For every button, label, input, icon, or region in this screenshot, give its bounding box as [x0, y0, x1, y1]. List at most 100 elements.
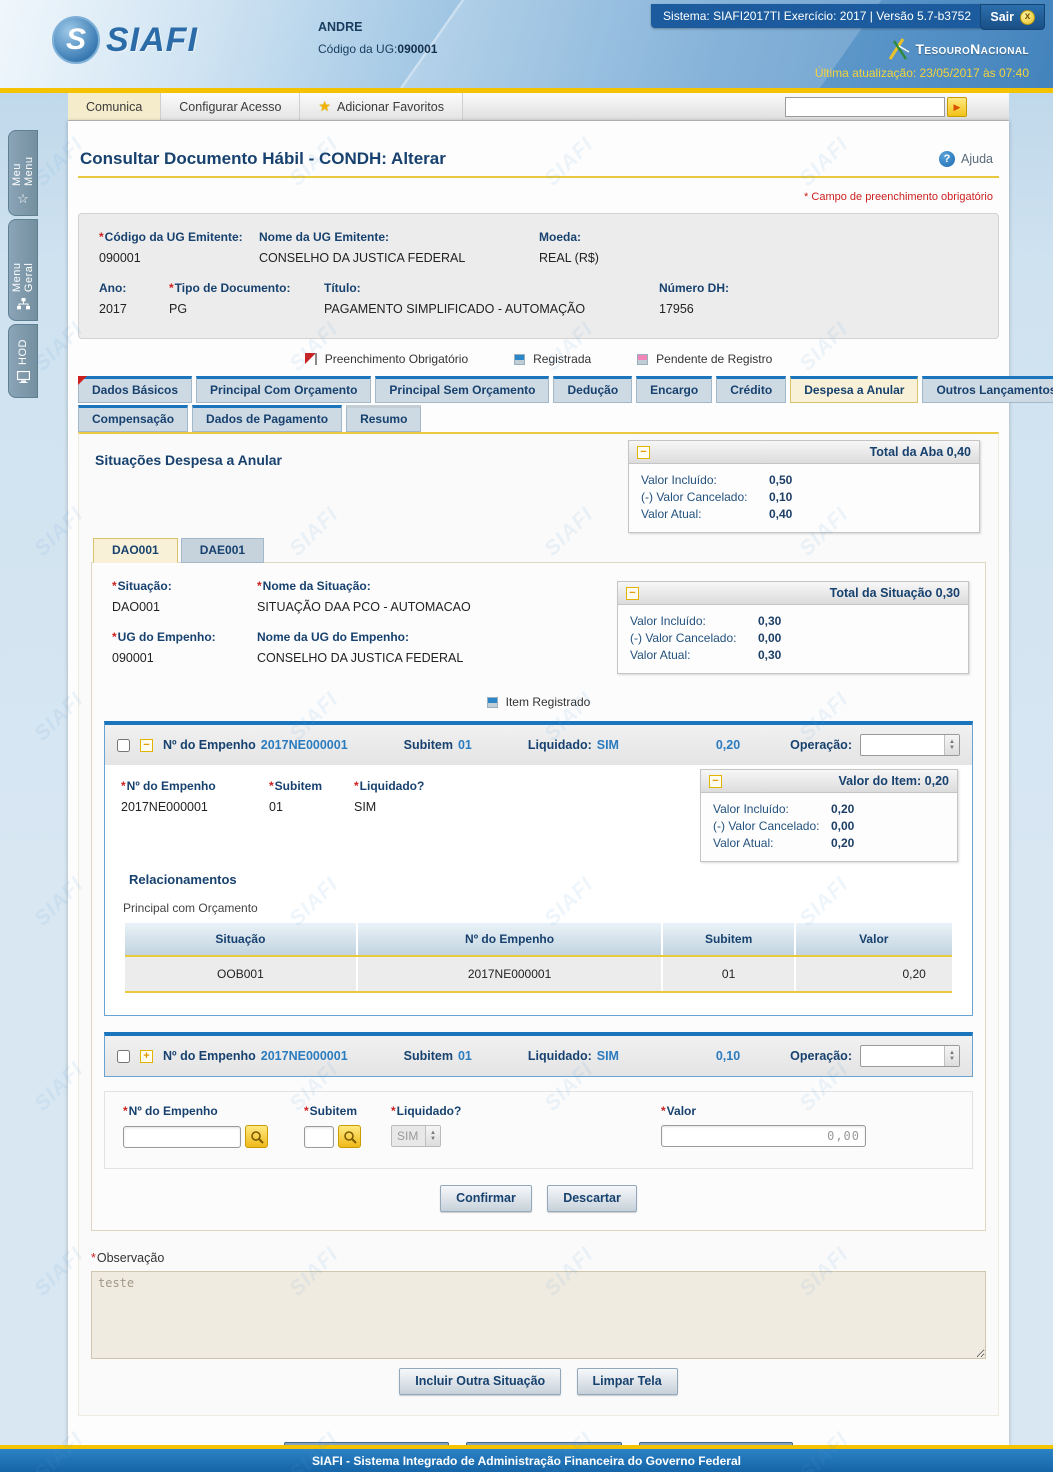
aba-valor-atual-label: Valor Atual:	[641, 507, 769, 521]
situation-tab-dae001-label: DAE001	[200, 543, 245, 557]
siafi-logo-icon: S	[52, 16, 100, 64]
tab-dados-basicos-label: Dados Básicos	[92, 383, 178, 397]
legend-registered-label: Registrada	[533, 352, 591, 366]
empenho-item-1: − Nº do Empenho 2017NE000001 Subitem 01 …	[104, 721, 973, 1016]
item-2-operacao-select[interactable]: ▲▼	[860, 1045, 960, 1067]
new-valor-input[interactable]	[661, 1125, 866, 1147]
tab-despesa-a-anular[interactable]: Despesa a Anular	[790, 376, 918, 403]
new-liquidado-value: SIM	[397, 1129, 418, 1143]
tab-compensacao[interactable]: Compensação	[78, 405, 188, 432]
item-valor-incluido-value: 0,20	[831, 802, 854, 816]
sit-valor-cancelado-value: 0,00	[758, 631, 781, 645]
tab-dados-basicos[interactable]: Dados Básicos	[78, 376, 192, 403]
legend-required-label: Preenchimento Obrigatório	[325, 352, 468, 366]
search-go-button[interactable]: ▶	[947, 97, 967, 117]
field-ano-value: 2017	[99, 302, 169, 316]
star-outline-icon: ☆	[17, 192, 29, 205]
tab-credito[interactable]: Crédito	[716, 376, 786, 403]
item-2-checkbox[interactable]	[117, 1050, 130, 1063]
item-1-liquidado-label: Liquidado:	[528, 738, 592, 752]
limpar-tela-button[interactable]: Limpar Tela	[577, 1368, 678, 1395]
relac-header-situacao: Situação	[125, 923, 356, 956]
tab-compensacao-label: Compensação	[92, 412, 174, 426]
new-subitem-input[interactable]	[304, 1126, 334, 1148]
situation-tab-dao001[interactable]: DAO001	[93, 538, 178, 563]
item-2-liquidado-value: SIM	[597, 1049, 619, 1063]
new-item-form: Nº do Empenho Subitem	[104, 1091, 973, 1169]
quick-search: ▶	[785, 97, 967, 117]
field-numero-dh: Número DH: 17956	[659, 281, 978, 316]
help-label: Ajuda	[961, 152, 993, 166]
new-liquidado-label: Liquidado?	[391, 1104, 461, 1118]
tab-principal-com-orcamento[interactable]: Principal Com Orçamento	[196, 376, 371, 403]
item-2-operacao-spinner-icon[interactable]: ▲▼	[944, 1046, 959, 1066]
menu-item-comunica[interactable]: Comunica	[68, 93, 161, 120]
item-2-empenho-value: 2017NE000001	[261, 1049, 348, 1063]
total-da-aba-box: − Total da Aba 0,40 Valor Incluído:0,50 …	[628, 440, 980, 533]
tab-deducao-label: Dedução	[567, 383, 618, 397]
legend-preenchimento-obrigatorio: Preenchimento Obrigatório	[305, 352, 468, 366]
sidebar-hod-label: HOD	[17, 339, 29, 365]
logout-button[interactable]: Sair x	[980, 4, 1045, 30]
field-tipo-documento: Tipo de Documento: PG	[169, 281, 324, 316]
field-nome-ug-emitente-label: Nome da UG Emitente:	[259, 230, 539, 244]
tab-outros-lancamentos[interactable]: Outros Lançamentos	[922, 376, 1053, 403]
aba-valor-cancelado-value: 0,10	[769, 490, 792, 504]
user-ug-value: 090001	[397, 42, 437, 56]
item-1-field-empenho: Nº do Empenho 2017NE000001	[121, 779, 269, 814]
situation-tab-dae001[interactable]: DAE001	[181, 538, 264, 563]
legend-registrada: Registrada	[514, 352, 591, 366]
item-1-operacao-spinner-icon[interactable]: ▲▼	[944, 735, 959, 755]
sit-valor-incluido-value: 0,30	[758, 614, 781, 628]
relacionamentos-table: Situação Nº do Empenho Subitem Valor OOB…	[125, 923, 952, 993]
field-ug-empenho-label: UG do Empenho:	[112, 630, 257, 644]
empenho-lookup-button[interactable]	[245, 1125, 268, 1148]
observacao-textarea[interactable]: teste	[91, 1271, 986, 1359]
sidebar-item-meu-menu[interactable]: Meu Menu ☆	[8, 130, 38, 216]
sidebar-item-menu-geral[interactable]: Menu Geral	[8, 219, 38, 321]
tab-resumo-label: Resumo	[360, 412, 407, 426]
tesouro-nacional-brand: TesouroNacional	[886, 38, 1029, 60]
item-2-liquidado-label: Liquidado:	[528, 1049, 592, 1063]
tab-encargo[interactable]: Encargo	[636, 376, 712, 403]
new-empenho-input[interactable]	[123, 1126, 241, 1148]
legend-pendente-registro: Pendente de Registro	[637, 352, 772, 366]
item-1-collapse-icon[interactable]: −	[140, 739, 153, 752]
item-valor-incluido-label: Valor Incluído:	[713, 802, 831, 816]
tab-principal-sem-orcamento-label: Principal Sem Orçamento	[389, 383, 535, 397]
empenho-item-1-header: − Nº do Empenho 2017NE000001 Subitem 01 …	[105, 725, 972, 765]
item-1-operacao-select[interactable]: ▲▼	[860, 734, 960, 756]
collapse-aba-box-icon[interactable]: −	[637, 446, 650, 459]
menu-item-adicionar-favoritos[interactable]: ★ Adicionar Favoritos	[300, 93, 463, 120]
collapse-item-box-icon[interactable]: −	[709, 775, 722, 788]
new-subitem-label: Subitem	[304, 1104, 361, 1118]
tab-deducao[interactable]: Dedução	[553, 376, 632, 403]
situation-tab-dao001-label: DAO001	[112, 543, 159, 557]
subitem-lookup-button[interactable]	[338, 1125, 361, 1148]
sitemap-icon	[17, 298, 30, 310]
sidebar-item-hod[interactable]: HOD	[8, 324, 38, 398]
confirmar-button[interactable]: Confirmar	[440, 1185, 532, 1212]
item-2-expand-icon[interactable]: +	[140, 1050, 153, 1063]
tesouro-nacional-label: TesouroNacional	[915, 41, 1029, 57]
menu-item-configurar-acesso[interactable]: Configurar Acesso	[161, 93, 300, 120]
item-valor-cancelado-label: (-) Valor Cancelado:	[713, 819, 831, 833]
magnifier-icon	[343, 1130, 357, 1144]
sidebar-meu-menu-label: Meu Menu	[11, 141, 35, 186]
tab-resumo[interactable]: Resumo	[346, 405, 421, 432]
item-registered-square-icon	[487, 697, 498, 708]
help-button[interactable]: ? Ajuda	[939, 151, 993, 167]
incluir-outra-situacao-button[interactable]: Incluir Outra Situação	[399, 1368, 561, 1395]
item-valor-atual-value: 0,20	[831, 836, 854, 850]
field-moeda-value: REAL (R$)	[539, 251, 978, 265]
search-input[interactable]	[785, 97, 945, 117]
item-1-checkbox[interactable]	[117, 739, 130, 752]
relac-cell-situacao: OOB001	[125, 956, 356, 992]
collapse-situacao-box-icon[interactable]: −	[626, 587, 639, 600]
tab-principal-com-orcamento-label: Principal Com Orçamento	[210, 383, 357, 397]
descartar-button[interactable]: Descartar	[547, 1185, 637, 1212]
tab-dados-de-pagamento[interactable]: Dados de Pagamento	[192, 405, 342, 432]
relac-cell-subitem: 01	[662, 956, 794, 992]
tab-principal-sem-orcamento[interactable]: Principal Sem Orçamento	[375, 376, 549, 403]
item-1-field-liquidado-value: SIM	[354, 800, 494, 814]
